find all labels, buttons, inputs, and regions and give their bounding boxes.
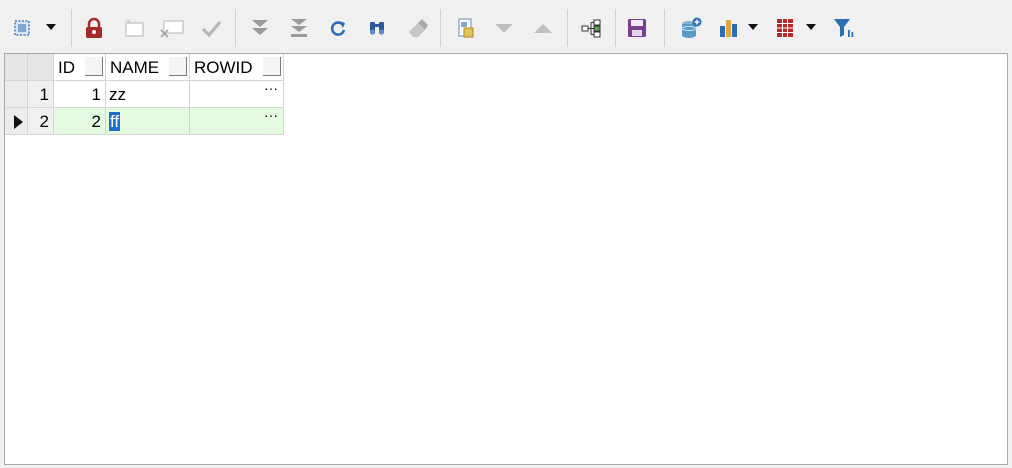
post-icon[interactable] [197,13,225,43]
move-last-icon[interactable] [285,13,313,43]
details-icon[interactable] [452,13,480,43]
chart-icon[interactable] [714,13,742,43]
column-header-id[interactable]: ID [54,54,106,81]
delete-record-icon[interactable] [158,13,186,43]
ellipsis-button[interactable]: ··· [264,108,278,129]
cell-name[interactable]: zz [106,81,190,108]
current-row-arrow-icon [14,115,23,129]
row-number[interactable]: 1 [28,81,54,108]
next-icon[interactable] [490,13,518,43]
separator [567,9,568,47]
ellipsis-button[interactable]: ··· [264,81,278,102]
separator [71,9,72,47]
table-dropdown[interactable] [806,24,816,30]
save-icon[interactable] [623,13,651,43]
indicator-header [5,54,28,81]
database-icon[interactable] [678,13,706,43]
table-icon[interactable] [771,13,799,43]
toolbar [0,0,1012,52]
row-number[interactable]: 2 [28,108,54,135]
selected-text[interactable]: ff [109,112,121,131]
previous-icon[interactable] [529,13,557,43]
column-menu-button[interactable] [85,57,103,76]
find-icon[interactable] [363,13,391,43]
column-header-rowid[interactable]: ROWID [190,54,284,81]
separator [664,9,665,47]
cell-rowid[interactable]: ··· [190,108,284,135]
eraser-icon[interactable] [403,13,431,43]
cell-rowid[interactable]: ··· [190,81,284,108]
column-menu-button[interactable] [169,57,187,76]
column-header-label: ROWID [194,58,253,77]
separator [235,9,236,47]
refresh-icon[interactable] [324,13,352,43]
separator [615,9,616,47]
row-indicator[interactable] [5,81,28,108]
column-menu-button[interactable] [263,57,281,76]
new-record-icon[interactable] [120,13,148,43]
chart-dropdown[interactable] [748,24,758,30]
cell-name-editing[interactable]: ff [106,108,190,135]
cell-id[interactable]: 2 [54,108,106,135]
rownum-header [28,54,54,81]
filter-icon[interactable] [830,13,858,43]
select-mode-icon[interactable] [8,13,36,43]
cell-id[interactable]: 1 [54,81,106,108]
tree-icon[interactable] [577,13,605,43]
separator [440,9,441,47]
row-indicator[interactable] [5,108,28,135]
select-mode-dropdown[interactable] [46,24,56,30]
move-down-icon[interactable] [246,13,274,43]
column-header-name[interactable]: NAME [106,54,190,81]
column-header-label: NAME [110,58,160,77]
data-grid-panel: ID NAME ROWID 1 1 zz ··· 2 2 ff ··· [4,53,1008,465]
column-header-label: ID [58,58,75,77]
lock-icon[interactable] [80,13,108,43]
